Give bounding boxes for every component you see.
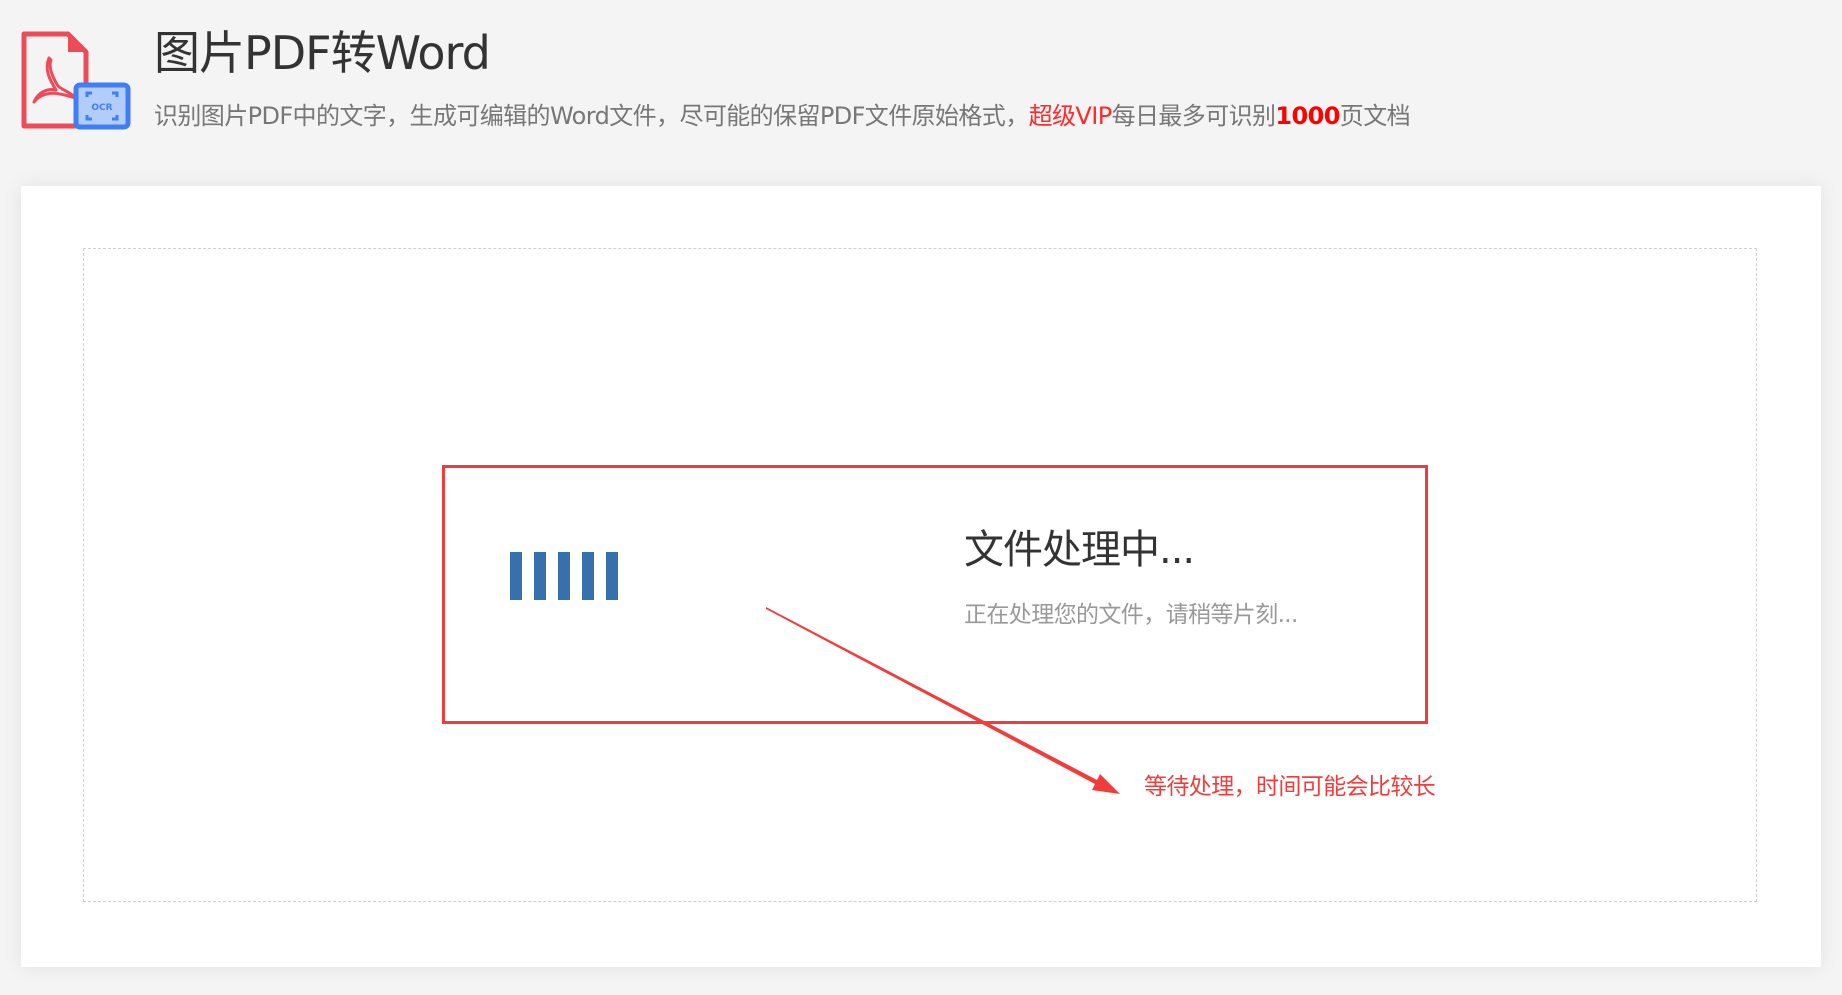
ocr-scan-icon: OCR [73,82,131,130]
vip-label: 超级VIP [1028,102,1113,130]
app-logo: OCR [20,30,132,130]
processing-subtitle: 正在处理您的文件，请稍等片刻... [964,602,1298,628]
pdf-file-icon: OCR [21,31,131,130]
page-title: 图片PDF转Word [154,26,491,80]
loader-bar [606,552,618,600]
processing-title: 文件处理中... [964,527,1195,573]
subtitle-text: 识别图片PDF中的文字，生成可编辑的Word文件，尽可能的保留PDF文件原始格式… [154,102,1029,130]
loading-bars-icon [510,552,618,600]
svg-text:OCR: OCR [91,103,112,113]
page-subtitle: 识别图片PDF中的文字，生成可编辑的Word文件，尽可能的保留PDF文件原始格式… [154,98,1411,134]
loader-bar [558,552,570,600]
loader-bar [510,552,522,600]
annotation-text: 等待处理，时间可能会比较长 [1144,774,1436,800]
subtitle-text: 每日最多可识别 [1111,102,1276,130]
subtitle-text: 页文档 [1339,102,1411,130]
page-limit: 1000 [1275,102,1340,130]
loader-bar [534,552,546,600]
loader-bar [582,552,594,600]
